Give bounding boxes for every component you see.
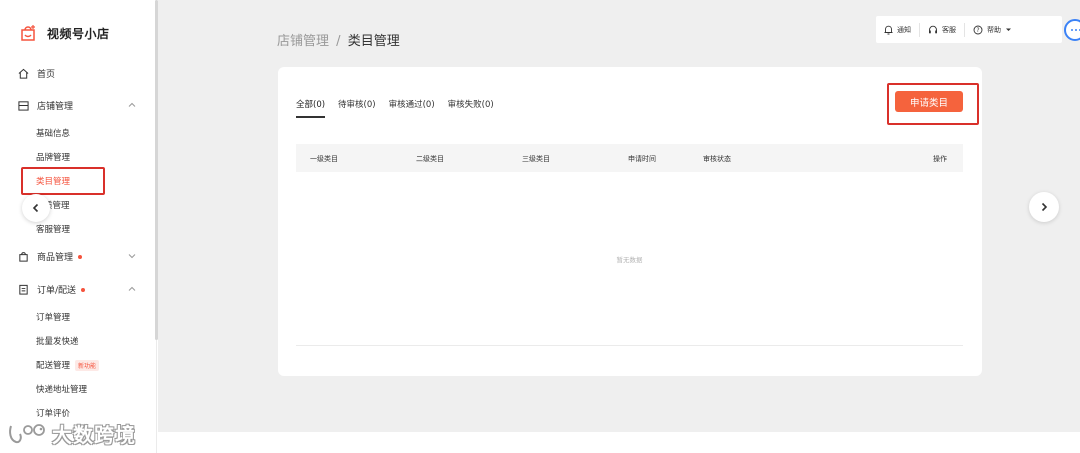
chevron-right-icon bbox=[1041, 202, 1048, 212]
sidebar-item-store[interactable]: 店铺管理 bbox=[18, 99, 136, 112]
help-icon: ? bbox=[973, 25, 983, 34]
table-body-empty: 暂无数据 bbox=[296, 172, 963, 346]
watermark-logo-icon bbox=[9, 423, 45, 443]
highlight-box bbox=[21, 167, 105, 195]
store-icon bbox=[18, 101, 29, 111]
sidebar-subitem-basic-info[interactable]: 基础信息 bbox=[36, 127, 70, 139]
brand-name: 视频号小店 bbox=[47, 26, 110, 41]
sidebar-item-home[interactable]: 首页 bbox=[18, 67, 55, 80]
sidebar-item-label: 首页 bbox=[37, 70, 56, 80]
sidebar-subitem-brand[interactable]: 品牌管理 bbox=[36, 151, 70, 163]
column-header: 审核状态 bbox=[703, 155, 731, 163]
notification-dot bbox=[78, 254, 83, 259]
status-tabs: 全部(0) 待审核(0) 审核通过(0) 审核失败(0) bbox=[296, 98, 507, 118]
clipboard-icon bbox=[19, 284, 28, 295]
tab-rejected[interactable]: 审核失败(0) bbox=[448, 98, 494, 118]
sidebar-subitem-express-address[interactable]: 快递地址管理 bbox=[36, 383, 87, 395]
breadcrumb-separator: / bbox=[336, 34, 341, 49]
column-header: 申请时间 bbox=[628, 155, 656, 163]
sidebar-subitem-label: 配送管理 bbox=[36, 361, 71, 371]
notification-dot bbox=[81, 287, 86, 292]
sidebar-subitem-delivery[interactable]: 配送管理 新功能 bbox=[36, 359, 100, 371]
chevron-up-icon bbox=[128, 286, 136, 291]
sidebar-item-label: 商品管理 bbox=[37, 253, 74, 263]
sidebar-item-products[interactable]: 商品管理 bbox=[18, 250, 136, 263]
breadcrumb: 店铺管理 / 类目管理 bbox=[277, 30, 400, 49]
chevron-up-icon bbox=[128, 102, 136, 107]
assistant-icon[interactable] bbox=[1064, 19, 1080, 41]
notify-button[interactable]: 通知 bbox=[876, 23, 919, 37]
brand[interactable]: 视频号小店 bbox=[19, 24, 110, 42]
column-header: 二级类目 bbox=[416, 155, 444, 163]
tab-all[interactable]: 全部(0) bbox=[296, 98, 326, 118]
new-feature-badge: 新功能 bbox=[75, 360, 100, 371]
chevron-left-icon bbox=[32, 203, 39, 213]
watermark-text: 大数跨境 bbox=[52, 423, 136, 447]
svg-text:?: ? bbox=[976, 27, 979, 34]
breadcrumb-parent[interactable]: 店铺管理 bbox=[277, 34, 329, 49]
column-header: 操作 bbox=[933, 155, 947, 163]
sidebar-subitem-order-manage[interactable]: 订单管理 bbox=[36, 311, 70, 323]
service-button[interactable]: 客服 bbox=[919, 22, 964, 37]
headset-icon bbox=[929, 25, 937, 33]
bell-icon bbox=[884, 25, 893, 34]
tab-approved[interactable]: 审核通过(0) bbox=[389, 98, 435, 118]
sidebar-item-orders[interactable]: 订单/配送 bbox=[18, 283, 136, 296]
footer-strip bbox=[158, 432, 1080, 453]
shop-bag-icon bbox=[21, 25, 35, 41]
chevron-down-icon bbox=[128, 254, 136, 259]
breadcrumb-current: 类目管理 bbox=[347, 34, 400, 49]
service-label: 客服 bbox=[942, 25, 956, 34]
sidebar-subitem-bulk-ship[interactable]: 批量发快递 bbox=[36, 335, 79, 347]
sidebar-subitem-order-review[interactable]: 订单评价 bbox=[36, 407, 70, 419]
carousel-next-button[interactable] bbox=[1029, 192, 1059, 222]
sidebar-subitem-customer-service[interactable]: 客服管理 bbox=[36, 223, 70, 235]
help-label: 帮助 bbox=[987, 25, 1001, 34]
sidebar-item-label: 订单/配送 bbox=[37, 286, 77, 296]
caret-down-icon bbox=[1006, 28, 1011, 31]
help-button[interactable]: ? 帮助 bbox=[964, 22, 1024, 37]
bag-icon bbox=[19, 252, 28, 262]
home-icon bbox=[18, 68, 29, 79]
sidebar-item-label: 店铺管理 bbox=[37, 102, 74, 112]
content-card: 全部(0) 待审核(0) 审核通过(0) 审核失败(0) 申请类目 一级类目 二… bbox=[278, 67, 982, 376]
column-header: 三级类目 bbox=[522, 155, 550, 163]
sidebar: 视频号小店 首页 店铺管理 基础信息 品牌管理 类目管理 质管理 客服管理 商品… bbox=[0, 0, 157, 453]
empty-state-text: 暂无数据 bbox=[616, 256, 643, 264]
watermark: 大数跨境 bbox=[8, 419, 136, 448]
carousel-prev-button[interactable] bbox=[22, 194, 50, 222]
notify-label: 通知 bbox=[897, 25, 911, 34]
tab-pending[interactable]: 待审核(0) bbox=[338, 98, 376, 118]
table-header: 一级类目 二级类目 三级类目 申请时间 审核状态 操作 bbox=[296, 144, 963, 172]
apply-category-button[interactable]: 申请类目 bbox=[895, 91, 963, 112]
column-header: 一级类目 bbox=[310, 155, 338, 163]
top-toolbar: 通知 客服 ? 帮助 bbox=[876, 16, 1062, 43]
